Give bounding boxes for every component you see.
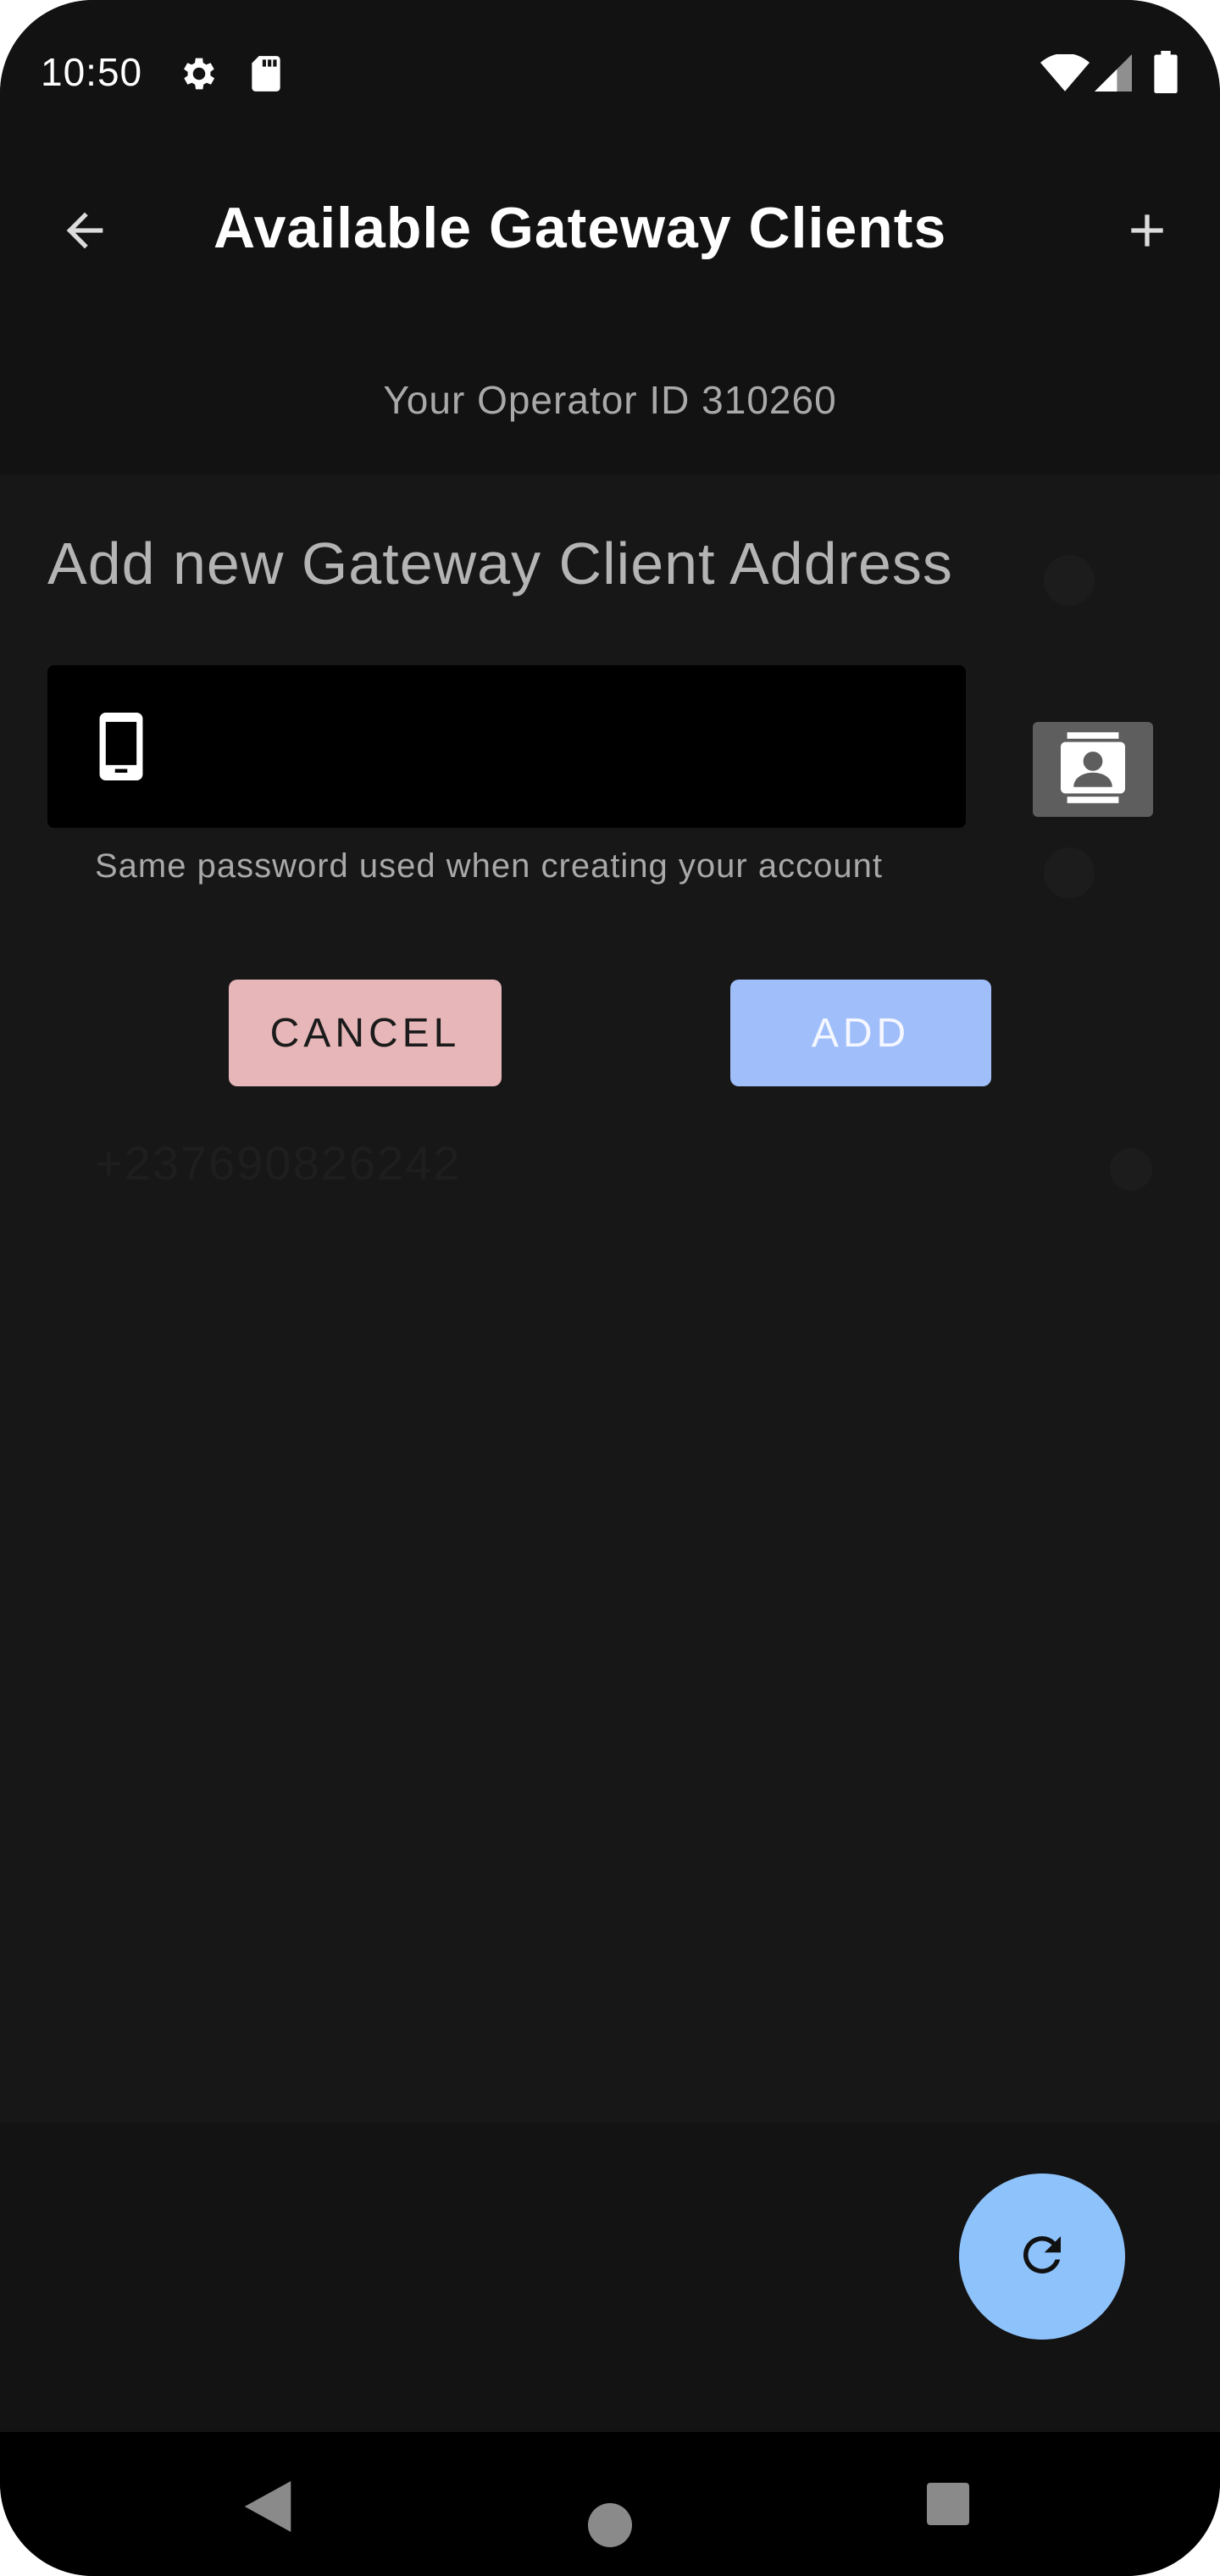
status-time: 10:50 <box>41 50 143 94</box>
gateway-address-input[interactable] <box>208 704 937 789</box>
nav-back-icon[interactable] <box>244 2481 291 2536</box>
sd-card-icon <box>247 53 285 99</box>
list-item-avatar <box>1044 847 1095 898</box>
signal-icon <box>1095 54 1132 96</box>
wifi-icon <box>1040 53 1090 96</box>
operator-strip: Your Operator ID 310260 <box>0 330 1220 475</box>
back-button[interactable] <box>47 195 122 269</box>
gateway-address-field[interactable] <box>47 665 966 828</box>
list-item-avatar <box>1110 1148 1152 1191</box>
status-bar: 10:50 <box>0 0 1220 144</box>
nav-recents-icon[interactable] <box>927 2483 969 2525</box>
app-bar: Available Gateway Clients <box>0 144 1220 330</box>
phone-screen: 10:50 Available Gateway Clients Your Ope… <box>0 0 1220 2576</box>
refresh-fab[interactable] <box>959 2174 1125 2340</box>
nav-home-icon[interactable] <box>588 2503 632 2547</box>
helper-text: Same password used when creating your ac… <box>95 847 883 885</box>
page-title: Available Gateway Clients <box>214 196 947 260</box>
refresh-icon <box>1014 2227 1070 2287</box>
battery-icon <box>1154 51 1178 97</box>
dialog-title: Add new Gateway Client Address <box>47 530 953 597</box>
add-client-button[interactable] <box>1110 195 1184 269</box>
add-button[interactable]: ADD <box>730 980 991 1086</box>
gear-icon <box>178 53 220 99</box>
cancel-button[interactable]: CANCEL <box>229 980 502 1086</box>
arrow-back-icon <box>58 203 112 262</box>
list-item-avatar <box>1044 555 1095 606</box>
plus-icon <box>1120 203 1174 262</box>
list-item-number[interactable]: +237690826242 <box>95 1135 461 1191</box>
contacts-icon <box>1061 731 1125 808</box>
contacts-button[interactable] <box>1033 722 1153 817</box>
operator-id-text: Your Operator ID 310260 <box>383 378 837 422</box>
smartphone-icon <box>98 713 144 785</box>
